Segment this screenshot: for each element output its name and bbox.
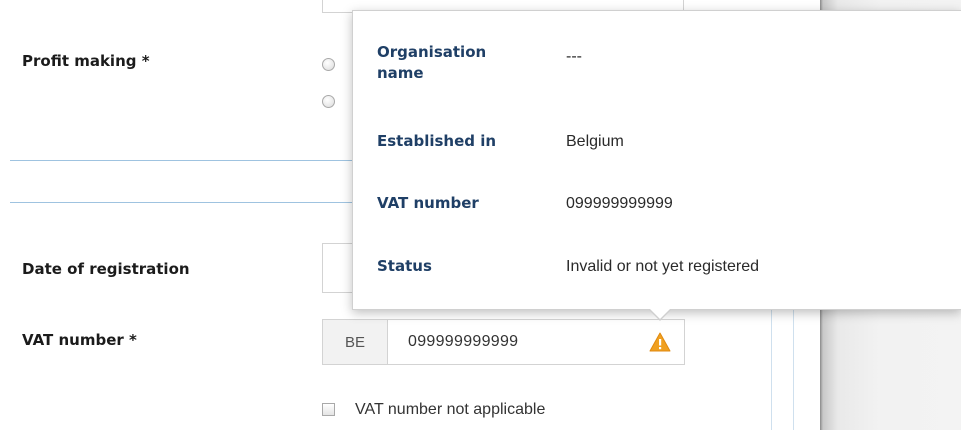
profit-making-radio-no[interactable]	[322, 95, 335, 108]
popover-value-vat-number: 099999999999	[566, 195, 673, 212]
vat-not-applicable-label: VAT number not applicable	[355, 401, 546, 418]
vat-country-prefix: BE	[323, 320, 388, 364]
section-divider	[10, 160, 355, 161]
profit-making-radio-yes[interactable]	[322, 58, 335, 71]
vat-form-page: Profit making * Date of registration VAT…	[0, 0, 961, 430]
vat-number-input-group: BE 099999999999	[322, 319, 685, 365]
section-divider	[10, 202, 355, 203]
popover-key-organisation-name: Organisation name	[377, 43, 487, 82]
panel-border	[793, 300, 794, 430]
panel-border	[771, 300, 772, 430]
popover-arrow-fill	[649, 308, 671, 319]
popover-key-established-in: Established in	[377, 132, 497, 150]
vat-number-label: VAT number *	[22, 331, 137, 349]
popover-key-status: Status	[377, 257, 432, 275]
vat-number-input[interactable]: 099999999999	[388, 320, 684, 364]
popover-value-established-in: Belgium	[566, 133, 624, 150]
popover-value-status: Invalid or not yet registered	[566, 258, 759, 275]
warning-triangle-icon[interactable]	[649, 332, 671, 352]
date-of-registration-label: Date of registration	[22, 260, 190, 278]
vat-not-applicable-checkbox[interactable]	[322, 403, 335, 416]
popover-key-vat-number: VAT number	[377, 194, 479, 212]
popover-value-organisation-name: ---	[566, 48, 582, 65]
profit-making-label: Profit making *	[22, 52, 150, 70]
